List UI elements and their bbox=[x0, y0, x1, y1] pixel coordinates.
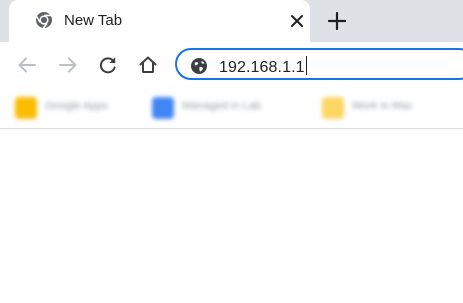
arrow-left-icon[interactable] bbox=[16, 54, 38, 76]
arrow-right-icon[interactable] bbox=[57, 54, 79, 76]
bookmark-label: Managed in Lab bbox=[182, 100, 261, 112]
bookmark-label: Google Apps bbox=[45, 100, 108, 112]
tab-strip: New Tab bbox=[0, 0, 463, 42]
bookmark-label: Work in Mac bbox=[352, 100, 413, 112]
bookmark-favicon-icon bbox=[322, 97, 344, 119]
close-icon[interactable] bbox=[290, 14, 304, 28]
reload-icon[interactable] bbox=[97, 54, 119, 76]
bookmarks-bar: Google Apps Managed in Lab Work in Mac bbox=[0, 88, 463, 129]
home-icon[interactable] bbox=[137, 54, 159, 76]
chrome-icon bbox=[35, 12, 52, 29]
bookmark-favicon-icon bbox=[152, 97, 174, 119]
tab-new-tab[interactable]: New Tab bbox=[9, 0, 310, 42]
bookmark-favicon-icon bbox=[15, 97, 37, 119]
text-caret bbox=[305, 56, 307, 75]
address-bar[interactable]: 192.168.1.1 bbox=[175, 48, 463, 80]
globe-icon[interactable] bbox=[190, 57, 208, 75]
tab-title: New Tab bbox=[64, 12, 123, 29]
new-tab-button[interactable] bbox=[326, 10, 348, 32]
url-input[interactable]: 192.168.1.1 bbox=[219, 56, 307, 77]
page-content bbox=[0, 129, 463, 303]
